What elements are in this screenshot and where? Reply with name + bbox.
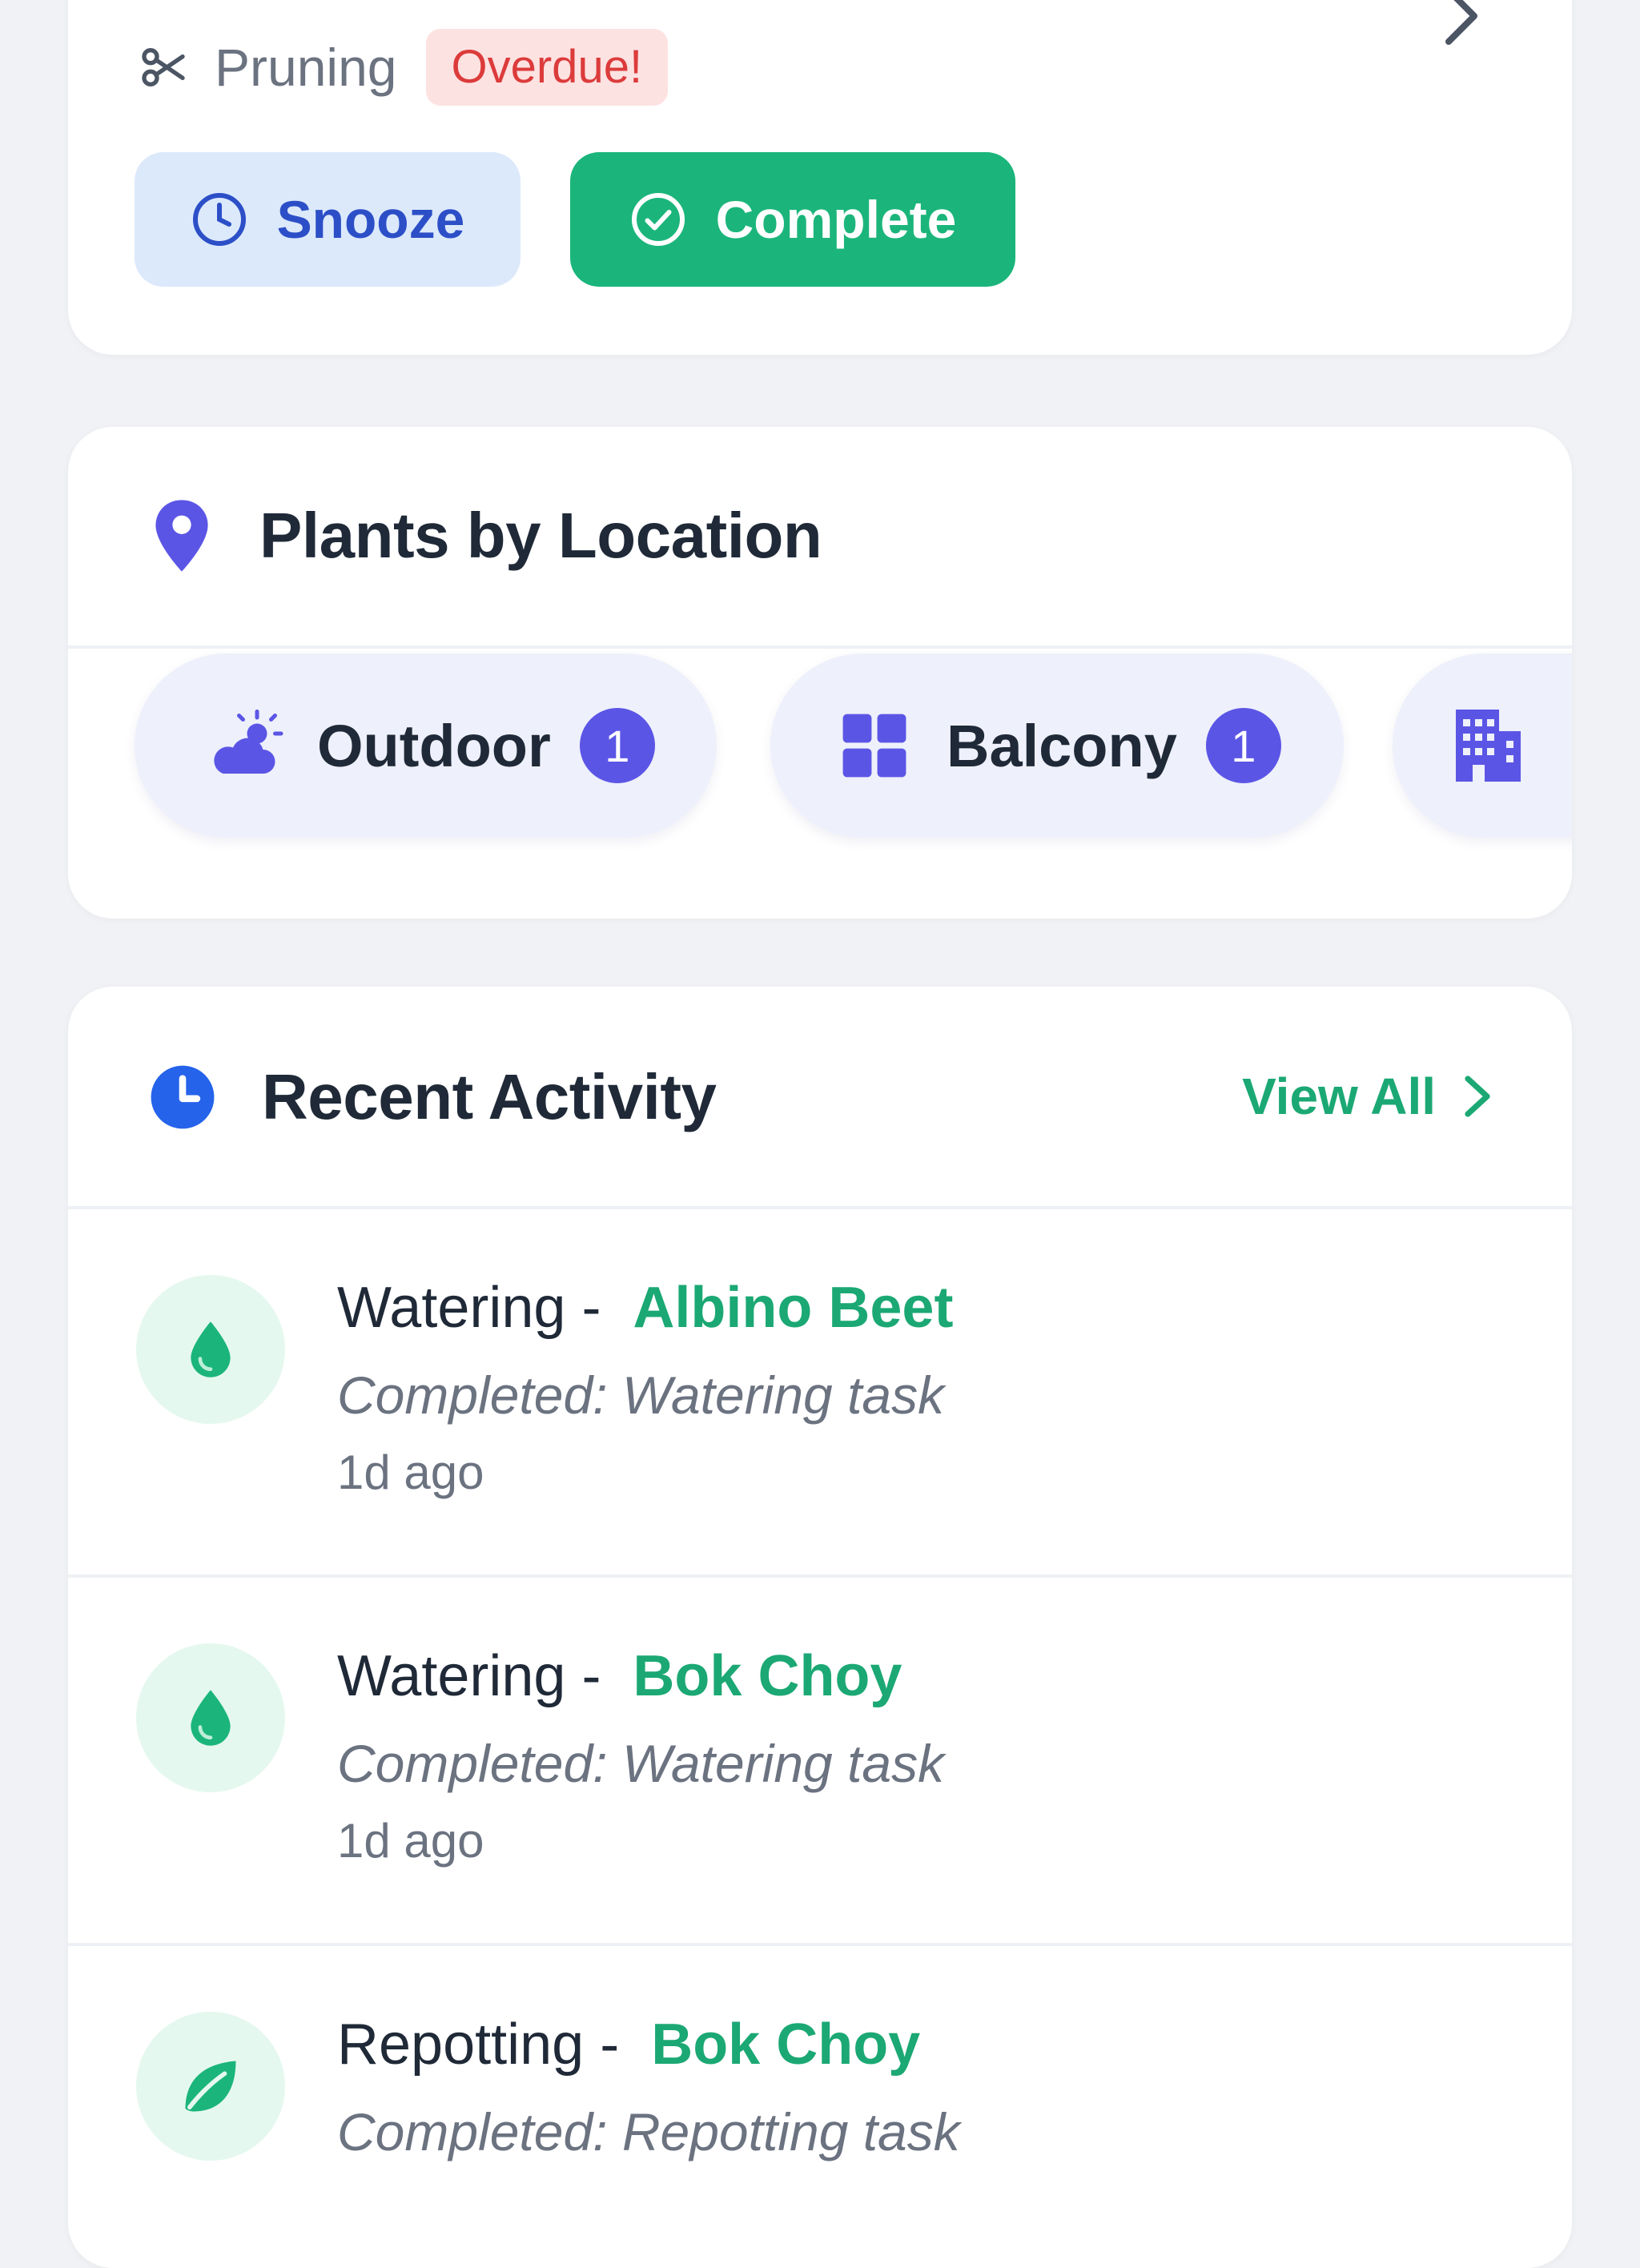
activity-action: Watering -: [337, 1644, 601, 1708]
plants-by-location-card: Plants by Location Outdoor 1 Balcony 1: [68, 427, 1572, 919]
snooze-label: Snooze: [276, 190, 465, 249]
location-chip-balcony[interactable]: Balcony 1: [770, 653, 1344, 838]
activity-description: Completed: Watering task: [337, 1734, 945, 1793]
chevron-right-icon[interactable]: [1439, 0, 1484, 48]
water-drop-icon: [136, 1643, 285, 1792]
grid-icon: [834, 706, 914, 786]
divider: [68, 645, 1572, 649]
activity-timestamp: 1d ago: [337, 1446, 484, 1499]
scissors-icon: [136, 40, 191, 94]
location-chip-label: Balcony: [947, 712, 1177, 779]
location-count-badge: 1: [579, 708, 655, 783]
activity-plant-link[interactable]: Bok Choy: [633, 1644, 902, 1708]
location-chip-outdoor[interactable]: Outdoor 1: [135, 653, 717, 838]
activity-description: Completed: Watering task: [337, 1365, 945, 1425]
activity-card-title: Recent Activity: [262, 1061, 717, 1132]
activity-item[interactable]: Watering - Albino Beet Completed: Waterin…: [68, 1209, 1572, 1574]
view-all-link[interactable]: View All: [1242, 1067, 1493, 1126]
leaf-icon: [136, 2012, 285, 2161]
location-chip-building[interactable]: [1393, 653, 1572, 838]
activity-title: Watering - Albino Beet: [337, 1275, 953, 1341]
task-info-row: Pruning Overdue!: [136, 29, 669, 106]
activity-card-header: Recent Activity: [148, 1060, 717, 1134]
location-card-header: Plants by Location: [148, 497, 822, 574]
clock-icon: [191, 191, 248, 248]
activity-item[interactable]: Watering - Bok Choy Completed: Watering t…: [68, 1578, 1572, 1943]
task-card: Pruning Overdue! Snooze Complete: [68, 0, 1572, 355]
overdue-status-badge: Overdue!: [425, 29, 669, 106]
location-chip-label: Outdoor: [317, 712, 551, 779]
activity-timestamp: 1d ago: [337, 1814, 484, 1868]
location-count-badge: 1: [1205, 708, 1281, 783]
view-all-label: View All: [1242, 1068, 1436, 1125]
recent-activity-card: Recent Activity View All Watering - Albin…: [68, 987, 1572, 2268]
snooze-button[interactable]: Snooze: [135, 152, 521, 287]
complete-button[interactable]: Complete: [570, 152, 1015, 287]
activity-item[interactable]: Repotting - Bok Choy Completed: Repotting…: [68, 1946, 1572, 2268]
clock-icon: [148, 1063, 217, 1132]
activity-plant-link[interactable]: Bok Choy: [651, 2013, 920, 2077]
check-circle-icon: [629, 191, 687, 248]
chevron-right-icon: [1461, 1074, 1493, 1119]
water-drop-icon: [136, 1275, 285, 1424]
location-card-title: Plants by Location: [259, 500, 822, 571]
activity-title: Repotting - Bok Choy: [337, 2012, 920, 2077]
task-type-label: Pruning: [215, 38, 397, 97]
activity-plant-link[interactable]: Albino Beet: [633, 1276, 953, 1340]
activity-title: Watering - Bok Choy: [337, 1643, 902, 1709]
activity-description: Completed: Repotting task: [337, 2102, 960, 2161]
building-icon: [1447, 706, 1527, 786]
activity-action: Watering -: [337, 1276, 601, 1340]
map-pin-icon: [148, 497, 215, 574]
partly-cloudy-icon: [205, 706, 285, 786]
activity-action: Repotting -: [337, 2013, 620, 2077]
complete-label: Complete: [715, 190, 957, 249]
